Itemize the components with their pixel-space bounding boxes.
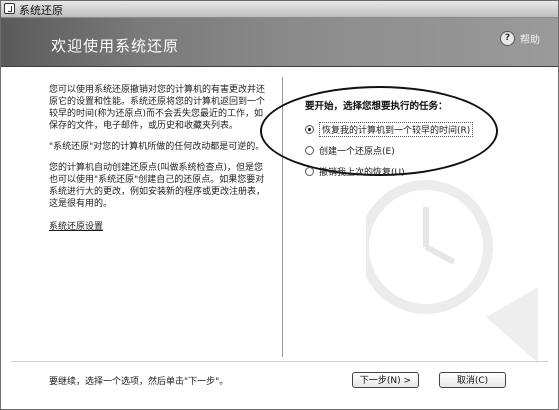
cancel-button[interactable]: 取消(C)	[439, 372, 506, 388]
help-label: 帮助	[520, 34, 540, 46]
help-icon: ?	[500, 30, 515, 46]
system-restore-settings-link[interactable]: 系统还原设置	[49, 221, 103, 233]
content-area: 您可以使用系统还原撤销对您的计算机的有害更改并还原它的设置和性能。系统还原将您的…	[6, 67, 553, 406]
option-undo-last-restore[interactable]: 撤销我上次的恢复(U)	[305, 165, 545, 178]
system-restore-window: 系统还原 欢迎使用系统还原 ? 帮助 您可以使用系统还原撤销对您的计算机的有害更…	[0, 0, 559, 410]
help-button[interactable]: ? 帮助	[500, 30, 540, 46]
option-restore-earlier-time[interactable]: 恢复我的计算机到一个较早的时间(R)	[305, 121, 545, 137]
option-label: 撤销我上次的恢复(U)	[319, 167, 405, 178]
option-label: 创建一个还原点(E)	[319, 146, 395, 157]
option-create-restore-point[interactable]: 创建一个还原点(E)	[305, 144, 545, 157]
footer-instruction: 要继续，选择一个选项，然后单击"下一步"。	[49, 377, 229, 387]
header-banner: 欢迎使用系统还原 ? 帮助	[1, 18, 558, 67]
task-prompt: 要开始，选择您想要执行的任务：	[305, 101, 448, 112]
option-label: 恢复我的计算机到一个较早的时间(R)	[319, 121, 474, 137]
description-paragraph-1: 您可以使用系统还原撤销对您的计算机的有害更改并还原它的设置和性能。系统还原将您的…	[49, 85, 266, 131]
radio-create-restore-point[interactable]	[305, 145, 314, 155]
restore-clock-watermark-icon	[366, 180, 538, 363]
task-pane: 要开始，选择您想要执行的任务： 恢复我的计算机到一个较早的时间(R) 创建一个还…	[305, 98, 545, 186]
description-pane: 您可以使用系统还原撤销对您的计算机的有害更改并还原它的设置和性能。系统还原将您的…	[49, 84, 271, 233]
footer-divider	[11, 361, 548, 362]
radio-restore-earlier-time[interactable]	[305, 124, 314, 134]
radio-undo-last-restore[interactable]	[305, 166, 314, 176]
page-title: 欢迎使用系统还原	[51, 37, 180, 55]
description-paragraph-2: "系统还原"对您的计算机所做的任何改动都是可逆的。	[49, 142, 265, 152]
window-title: 系统还原	[19, 4, 63, 17]
system-restore-icon	[4, 3, 15, 14]
next-button[interactable]: 下一步(N) >	[352, 372, 419, 388]
title-bar: 系统还原	[1, 1, 558, 18]
description-paragraph-3: 您的计算机自动创建还原点(叫做系统检查点)，但是您也可以使用"系统还原"创建自己…	[49, 163, 266, 209]
